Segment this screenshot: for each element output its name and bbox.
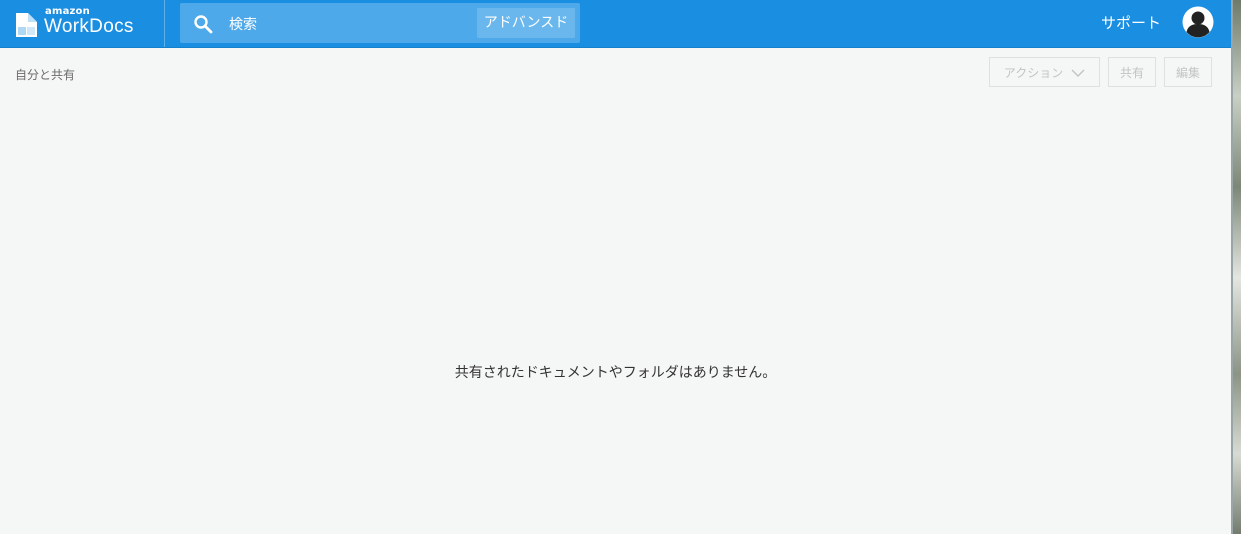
action-dropdown-button[interactable]: アクション — [989, 57, 1100, 87]
header-divider — [164, 0, 165, 47]
empty-state-message: 共有されたドキュメントやフォルダはありません。 — [454, 365, 777, 381]
chevron-down-icon — [1071, 69, 1085, 77]
user-avatar-icon[interactable] — [1182, 6, 1214, 38]
breadcrumb-shared-with-me: 自分と共有 — [15, 68, 76, 82]
action-button-label: アクション — [1003, 66, 1064, 80]
search-icon[interactable] — [193, 14, 213, 34]
workdocs-logo-icon — [16, 13, 37, 37]
share-button[interactable]: 共有 — [1108, 57, 1156, 87]
support-link[interactable]: サポート — [1101, 12, 1161, 33]
advanced-search-button[interactable]: アドバンスド — [477, 8, 575, 38]
top-navigation-bar: amazon WorkDocs 検索 アドバンスド サポート — [0, 0, 1231, 48]
background-window-edge — [1231, 0, 1241, 534]
app-window: amazon WorkDocs 検索 アドバンスド サポート 自分と共有 アクシ… — [0, 0, 1231, 534]
search-input[interactable]: 検索 — [229, 14, 257, 34]
logo-workdocs-text: WorkDocs — [44, 16, 134, 37]
workdocs-logo[interactable]: amazon WorkDocs — [15, 6, 155, 41]
edit-button[interactable]: 編集 — [1164, 57, 1212, 87]
search-box[interactable]: 検索 アドバンスド — [180, 3, 580, 43]
